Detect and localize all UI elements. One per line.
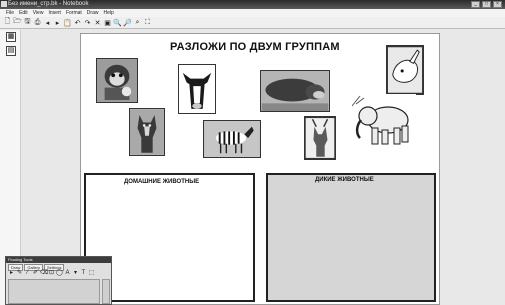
monkey-picture[interactable] bbox=[96, 58, 138, 103]
previous-icon[interactable]: ◂ bbox=[43, 18, 52, 27]
select-icon[interactable]: ▸ bbox=[8, 270, 15, 277]
menu-file[interactable]: File bbox=[6, 9, 14, 17]
palette-content-area[interactable] bbox=[8, 279, 100, 304]
delete-icon[interactable]: ✕ bbox=[93, 18, 102, 27]
deer-picture[interactable] bbox=[304, 116, 336, 160]
page-sorter-icon[interactable]: ▦ bbox=[6, 32, 16, 42]
zoom-out-icon[interactable]: 🔎 bbox=[123, 18, 132, 27]
palette-tools: ▸ ✎ ⁄ ✐ ⌫ ⊡ ◯ A ▾ T ⬚ bbox=[8, 270, 95, 277]
minimize-button[interactable]: _ bbox=[471, 1, 480, 8]
type-icon[interactable]: T bbox=[80, 270, 87, 277]
menu-format[interactable]: Format bbox=[66, 9, 82, 17]
page-title: РАЗЛОЖИ ПО ДВУМ ГРУППАМ bbox=[170, 41, 340, 53]
zebra-picture[interactable] bbox=[203, 120, 261, 158]
dog-picture[interactable] bbox=[129, 108, 165, 156]
palette-scrollbar[interactable] bbox=[102, 279, 110, 304]
next-icon[interactable]: ▸ bbox=[53, 18, 62, 27]
maximize-button[interactable]: □ bbox=[482, 1, 491, 8]
rectangle-icon[interactable]: ⊡ bbox=[48, 270, 55, 277]
rabbit-picture[interactable] bbox=[386, 45, 424, 95]
highlighter-icon[interactable]: ✐ bbox=[32, 270, 39, 277]
menu-edit[interactable]: Edit bbox=[19, 9, 28, 17]
menu-bar: File Edit View Insert Format Draw Help bbox=[0, 9, 505, 17]
pen-icon[interactable]: ✎ bbox=[16, 270, 23, 277]
line-icon[interactable]: ⁄ bbox=[24, 270, 31, 277]
new-page-icon[interactable]: 🗋 bbox=[3, 18, 12, 27]
redo-icon[interactable]: ↷ bbox=[83, 18, 92, 27]
palette-title: Floating Tools bbox=[8, 257, 33, 262]
dropdown-icon[interactable]: ▾ bbox=[72, 270, 79, 277]
menu-view[interactable]: View bbox=[33, 9, 44, 17]
circle-icon[interactable]: ◯ bbox=[56, 270, 63, 277]
print-icon[interactable]: ⎙ bbox=[33, 18, 42, 27]
undo-icon[interactable]: ↶ bbox=[73, 18, 82, 27]
magnifier-icon[interactable]: ⌕ bbox=[133, 18, 142, 27]
app-icon bbox=[1, 1, 7, 7]
menu-draw[interactable]: Draw bbox=[87, 9, 99, 17]
open-icon[interactable]: 🗁 bbox=[13, 18, 22, 27]
hippo-picture[interactable] bbox=[260, 70, 330, 112]
gallery-icon[interactable]: ▤ bbox=[6, 46, 16, 56]
window-controls: _ □ × bbox=[471, 1, 502, 8]
eraser-icon[interactable]: ⌫ bbox=[40, 270, 48, 277]
wild-animals-label: ДИКИЕ ЖИВОТНЫЕ bbox=[315, 177, 374, 183]
domestic-animals-label: ДОМАШНИЕ ЖИВОТНЫЕ bbox=[124, 179, 200, 185]
save-icon[interactable]: 🖫 bbox=[23, 18, 32, 27]
zoom-in-icon[interactable]: 🔍 bbox=[113, 18, 122, 27]
menu-help[interactable]: Help bbox=[103, 9, 113, 17]
shape-icon[interactable]: ⬚ bbox=[88, 270, 95, 277]
menu-insert[interactable]: Insert bbox=[48, 9, 61, 17]
text-icon[interactable]: A bbox=[64, 270, 71, 277]
window-titlebar: Без имени_стр.bk - Notebook _ □ × bbox=[0, 0, 505, 9]
main-toolbar: 🗋 🗁 🖫 ⎙ ◂ ▸ 📋 ↶ ↷ ✕ ▣ 🔍 🔎 ⌕ ⛶ bbox=[0, 17, 505, 29]
wild-animals-box[interactable] bbox=[266, 173, 436, 302]
elephant-picture[interactable] bbox=[352, 94, 416, 150]
fullscreen-icon[interactable]: ⛶ bbox=[143, 18, 152, 27]
close-button[interactable]: × bbox=[493, 1, 502, 8]
cow-picture[interactable] bbox=[178, 64, 216, 114]
paste-icon[interactable]: 📋 bbox=[63, 18, 72, 27]
floating-tools-palette[interactable]: Floating Tools Draw Gallery Settings ▸ ✎… bbox=[5, 256, 112, 305]
window-title: Без имени_стр.bk - Notebook bbox=[8, 1, 89, 7]
palette-titlebar[interactable]: Floating Tools bbox=[6, 257, 111, 263]
screenshade-icon[interactable]: ▣ bbox=[103, 18, 112, 27]
